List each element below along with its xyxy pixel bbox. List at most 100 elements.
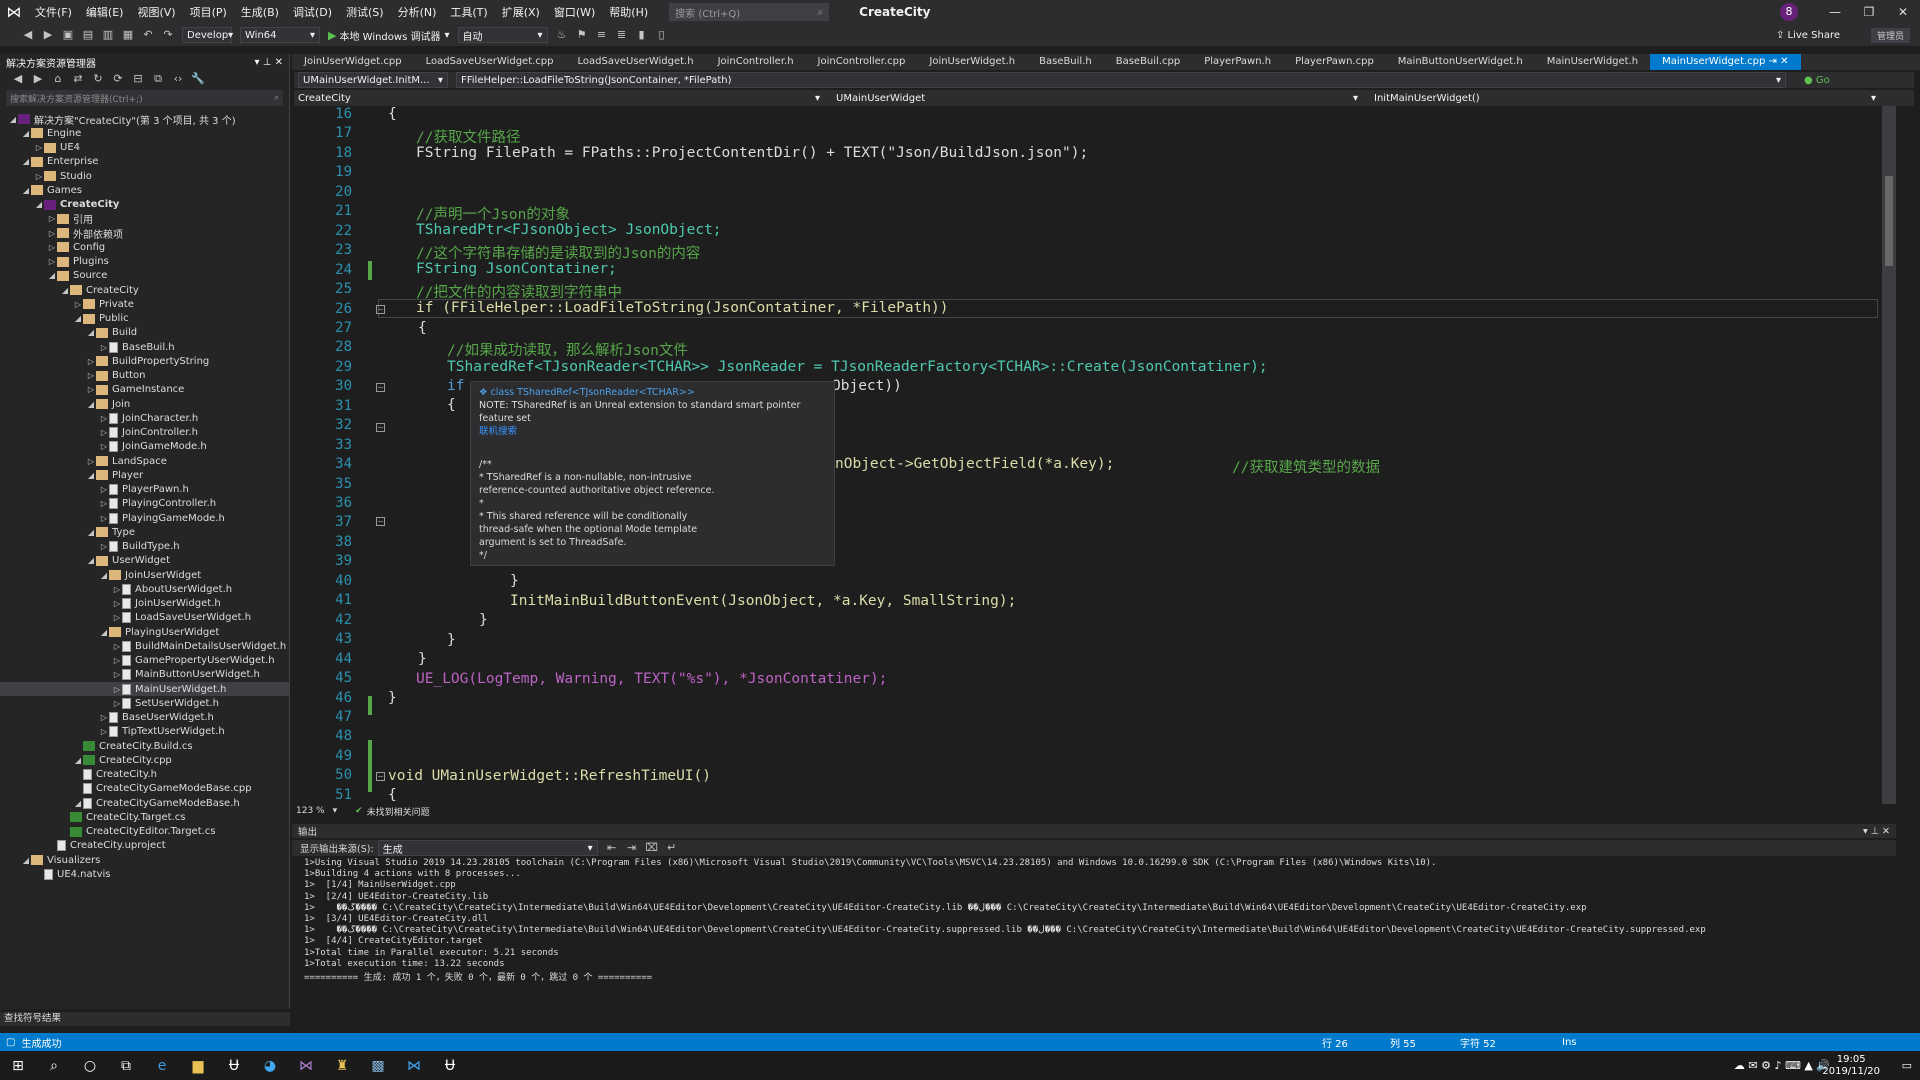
method-select[interactable]: InitMainUserWidget() ▾: [1370, 90, 1880, 106]
tab-close-icon[interactable]: ⇥ ✕: [1765, 56, 1789, 67]
tree-item[interactable]: CreateCity.h: [0, 768, 289, 782]
collapsed-arrow-icon[interactable]: ▷: [99, 542, 109, 551]
minimize-button[interactable]: —: [1818, 5, 1852, 19]
output-log[interactable]: 1>Using Visual Studio 2019 14.23.28105 t…: [292, 858, 1882, 998]
visual-studio-icon[interactable]: ⋈: [288, 1051, 324, 1080]
unreal-engine-icon[interactable]: Ʉ: [216, 1051, 252, 1080]
tree-item[interactable]: ▷ Plugins: [0, 255, 289, 269]
member-select[interactable]: FFileHelper::LoadFileToString(JsonContai…: [456, 72, 1786, 88]
tree-item[interactable]: ▷ Button: [0, 369, 289, 383]
tree-item[interactable]: ▷ BuildPropertyString: [0, 354, 289, 368]
tab-joinuserwidget-h[interactable]: JoinUserWidget.h: [917, 54, 1027, 70]
file-explorer-icon[interactable]: ▆: [180, 1051, 216, 1080]
system-tray-icons[interactable]: ☁ ✉ ⚙ ♪ ⌨ ▲ 🔊: [1734, 1059, 1830, 1072]
switch-view-icon[interactable]: ⇄: [71, 72, 85, 86]
redo-icon[interactable]: ↷: [161, 28, 175, 42]
tree-item[interactable]: ▷ BuildType.h: [0, 540, 289, 554]
collapsed-arrow-icon[interactable]: ▷: [99, 414, 109, 423]
collapsed-arrow-icon[interactable]: ▷: [86, 371, 96, 380]
collapsed-arrow-icon[interactable]: ▷: [73, 300, 83, 309]
restore-button[interactable]: ❐: [1852, 5, 1886, 19]
tree-item[interactable]: CreateCityGameModeBase.cpp: [0, 782, 289, 796]
menu-project[interactable]: 项目(P): [183, 4, 234, 20]
config-select[interactable]: Develop ▾: [182, 27, 233, 43]
clear-all-icon[interactable]: ⌧: [645, 841, 659, 855]
menu-analyze[interactable]: 分析(N): [391, 4, 444, 20]
editor-vertical-scrollbar[interactable]: [1882, 106, 1896, 804]
menu-view[interactable]: 视图(V): [130, 4, 182, 20]
collapsed-arrow-icon[interactable]: ▷: [34, 143, 44, 152]
back-icon[interactable]: ◀: [11, 72, 25, 86]
run-mode-select[interactable]: 自动 ▾: [457, 27, 548, 43]
tree-item[interactable]: ▷ JoinController.h: [0, 426, 289, 440]
tree-item[interactable]: ▷ AboutUserWidget.h: [0, 582, 289, 596]
tree-item[interactable]: ◢ Player: [0, 468, 289, 482]
tree-item[interactable]: ▷ GamePropertyUserWidget.h: [0, 654, 289, 668]
start-windows-icon[interactable]: ⊞: [0, 1051, 36, 1080]
expanded-arrow-icon[interactable]: ◢: [86, 328, 96, 337]
expanded-arrow-icon[interactable]: ◢: [34, 200, 44, 209]
project-select[interactable]: CreateCity ▾: [294, 90, 824, 106]
tree-item[interactable]: ▷ Studio: [0, 169, 289, 183]
home-icon[interactable]: ⌂: [51, 72, 65, 86]
tree-item[interactable]: ▷ LoadSaveUserWidget.h: [0, 611, 289, 625]
expanded-arrow-icon[interactable]: ◢: [99, 571, 109, 580]
tab-basebuil-h[interactable]: BaseBuil.h: [1027, 54, 1104, 70]
collapsed-arrow-icon[interactable]: ▷: [112, 585, 122, 594]
tree-item[interactable]: ▷ Private: [0, 297, 289, 311]
collapsed-arrow-icon[interactable]: ▷: [99, 514, 109, 523]
tree-item[interactable]: ◢ 解决方案"CreateCity"(第 3 个项目, 共 3 个): [0, 112, 289, 127]
collapsed-arrow-icon[interactable]: ▷: [112, 656, 122, 665]
close-button[interactable]: ✕: [1886, 5, 1920, 19]
tree-item[interactable]: ▷ PlayingGameMode.h: [0, 511, 289, 525]
collapsed-arrow-icon[interactable]: ▷: [47, 257, 57, 266]
collapsed-arrow-icon[interactable]: ▷: [112, 613, 122, 622]
uncomment-icon[interactable]: ▯: [655, 28, 669, 42]
tree-item[interactable]: ◢ Source: [0, 269, 289, 283]
tree-item[interactable]: ◢ JoinUserWidget: [0, 568, 289, 582]
platform-select[interactable]: Win64 ▾: [240, 27, 320, 43]
prev-message-icon[interactable]: ⇤: [605, 841, 619, 855]
tree-item[interactable]: ▷ JoinGameMode.h: [0, 440, 289, 454]
tab-loadsaveuserwidget-cpp[interactable]: LoadSaveUserWidget.cpp: [414, 54, 566, 70]
edge-browser-icon[interactable]: e: [144, 1051, 180, 1080]
tab-playerpawn-h[interactable]: PlayerPawn.h: [1192, 54, 1283, 70]
expanded-arrow-icon[interactable]: ◢: [86, 471, 96, 480]
menu-debug[interactable]: 调试(D): [286, 4, 339, 20]
tree-item[interactable]: ◢ UserWidget: [0, 554, 289, 568]
notification-center-icon[interactable]: ▭: [1902, 1059, 1912, 1072]
code-icon[interactable]: ‹›: [171, 72, 185, 86]
tree-item[interactable]: ▷ GameInstance: [0, 383, 289, 397]
collapsed-arrow-icon[interactable]: ▷: [99, 713, 109, 722]
image-viewer-icon[interactable]: ▩: [360, 1051, 396, 1080]
properties-icon[interactable]: 🔧: [191, 72, 205, 86]
tree-item[interactable]: CreateCityEditor.Target.cs: [0, 825, 289, 839]
forward-icon[interactable]: ▶: [31, 72, 45, 86]
pane-controls[interactable]: ▾ ⊥ ✕: [255, 57, 283, 68]
vscode-icon[interactable]: ⋈: [396, 1051, 432, 1080]
tree-item[interactable]: ◢ CreateCityGameModeBase.h: [0, 796, 289, 810]
back-icon[interactable]: ◀: [21, 28, 35, 42]
collapsed-arrow-icon[interactable]: ▷: [112, 670, 122, 679]
tree-item[interactable]: CreateCity.Build.cs: [0, 739, 289, 753]
tree-item[interactable]: ◢ Join: [0, 397, 289, 411]
tree-item[interactable]: ▷ JoinUserWidget.h: [0, 597, 289, 611]
tab-basebuil-cpp[interactable]: BaseBuil.cpp: [1104, 54, 1192, 70]
tree-item[interactable]: ◢ PlayingUserWidget: [0, 625, 289, 639]
menu-window[interactable]: 窗口(W): [547, 4, 602, 20]
save-icon[interactable]: ▥: [101, 28, 115, 42]
collapsed-arrow-icon[interactable]: ▷: [86, 357, 96, 366]
search-box[interactable]: 搜索 (Ctrl+Q) ⌕: [669, 3, 830, 21]
collapsed-arrow-icon[interactable]: ▷: [99, 727, 109, 736]
tree-item[interactable]: ▷ BaseUserWidget.h: [0, 711, 289, 725]
tree-item[interactable]: UE4.natvis: [0, 867, 289, 881]
collapsed-arrow-icon[interactable]: ▷: [99, 499, 109, 508]
expanded-arrow-icon[interactable]: ◢: [21, 186, 31, 195]
tree-item[interactable]: ◢ Games: [0, 183, 289, 197]
tree-item[interactable]: ▷ BaseBuil.h: [0, 340, 289, 354]
expanded-arrow-icon[interactable]: ◢: [73, 314, 83, 323]
solution-search-input[interactable]: 搜索解决方案资源管理器(Ctrl+;) ⌕: [6, 90, 283, 106]
indent-icon[interactable]: ≡: [595, 28, 609, 42]
tree-item[interactable]: ▷ LandSpace: [0, 454, 289, 468]
menu-test[interactable]: 测试(S): [339, 4, 391, 20]
